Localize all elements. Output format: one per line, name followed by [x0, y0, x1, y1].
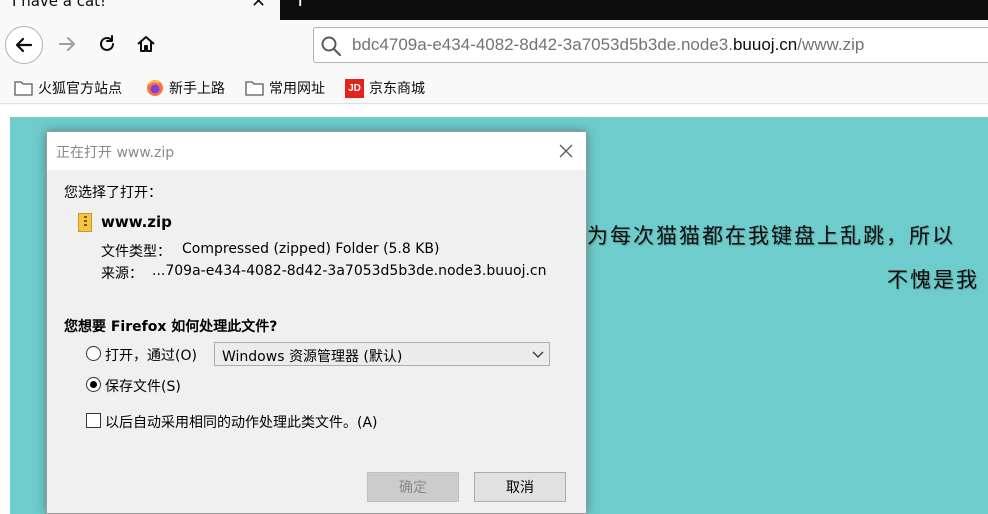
url-domain: buuoj.cn — [732, 35, 798, 54]
forward-button[interactable] — [51, 28, 83, 60]
auto-action-label[interactable]: 以后自动采用相同的动作处理此类文件。(A) — [105, 412, 378, 432]
chose-label: 您选择了打开： — [64, 185, 162, 201]
file-type-label: 文件类型： — [101, 244, 171, 260]
bookmark-getting-started[interactable]: 新手上路 — [145, 77, 225, 99]
url-text[interactable]: bdc4709a-e434-4082-8d42-3a7053d5b3de.nod… — [352, 35, 864, 55]
ok-button[interactable]: 确定 — [367, 472, 459, 502]
firefox-icon — [145, 80, 164, 97]
source-value: ...709a-e434-4082-8d42-3a7053d5b3de.node… — [152, 263, 547, 279]
zip-file-icon — [78, 213, 92, 232]
bookmark-firefox-site[interactable]: 火狐官方站点 — [14, 77, 122, 99]
new-tab-button[interactable]: + — [291, 0, 309, 11]
url-bar[interactable]: bdc4709a-e434-4082-8d42-3a7053d5b3de.nod… — [313, 27, 988, 63]
bookmarks-bar: 火狐官方站点 新手上路 常用网址 JD 京东商城 — [0, 72, 988, 104]
open-with-radio[interactable] — [86, 346, 101, 361]
download-dialog: 正在打开 www.zip 您选择了打开： www.zip 文件类型： Compr… — [46, 131, 587, 514]
tab-close-icon[interactable]: ✕ — [251, 0, 266, 12]
file-type-value: Compressed (zipped) Folder (5.8 KB) — [182, 241, 440, 257]
page-text-line2: 不愧是我 — [887, 268, 979, 292]
jd-icon: JD — [345, 78, 364, 98]
chevron-down-icon — [532, 351, 544, 358]
bookmark-label: 京东商城 — [369, 81, 425, 97]
folder-icon — [14, 80, 33, 97]
source-label: 来源： — [101, 266, 143, 282]
folder-icon — [245, 80, 264, 97]
back-button[interactable] — [5, 26, 43, 64]
home-button[interactable] — [130, 28, 162, 60]
file-name: www.zip — [101, 213, 172, 231]
bookmark-common-sites[interactable]: 常用网址 — [245, 77, 325, 99]
bookmark-jd[interactable]: JD 京东商城 — [345, 77, 425, 99]
bookmark-label: 火狐官方站点 — [38, 81, 122, 97]
url-path: /www.zip — [797, 35, 865, 54]
save-file-label[interactable]: 保存文件(S) — [105, 376, 181, 396]
page-top-margin — [0, 105, 988, 117]
dialog-titlebar: 正在打开 www.zip — [47, 132, 586, 170]
search-icon — [321, 36, 342, 57]
nav-bar: bdc4709a-e434-4082-8d42-3a7053d5b3de.nod… — [0, 20, 988, 70]
auto-action-checkbox[interactable] — [86, 413, 101, 428]
arrow-right-icon — [59, 37, 75, 51]
cancel-button[interactable]: 取消 — [474, 472, 566, 502]
arrow-left-icon — [15, 37, 33, 53]
save-file-radio[interactable] — [86, 377, 101, 392]
open-with-selected: Windows 资源管理器 (默认) — [222, 349, 403, 365]
reload-button[interactable] — [91, 28, 123, 60]
open-with-label[interactable]: 打开，通过(O) — [105, 345, 197, 365]
dialog-title: 正在打开 www.zip — [56, 145, 175, 161]
page-left-margin — [0, 105, 10, 514]
page-text-line1: 为每次猫猫都在我键盘上乱跳，所以 — [587, 224, 955, 248]
close-icon[interactable] — [556, 141, 576, 161]
tab-title: I have a cat! — [12, 0, 107, 10]
open-with-select[interactable]: Windows 资源管理器 (默认) — [214, 342, 550, 366]
bookmark-label: 新手上路 — [169, 81, 225, 97]
bookmark-label: 常用网址 — [269, 81, 325, 97]
reload-icon — [100, 35, 114, 51]
handling-question: 您想要 Firefox 如何处理此文件? — [64, 319, 278, 335]
tab-strip: I have a cat! ✕ + — [0, 0, 988, 20]
tab-active[interactable]: I have a cat! ✕ — [0, 0, 280, 20]
url-prefix: bdc4709a-e434-4082-8d42-3a7053d5b3de.nod… — [352, 35, 733, 54]
home-icon — [137, 36, 155, 52]
